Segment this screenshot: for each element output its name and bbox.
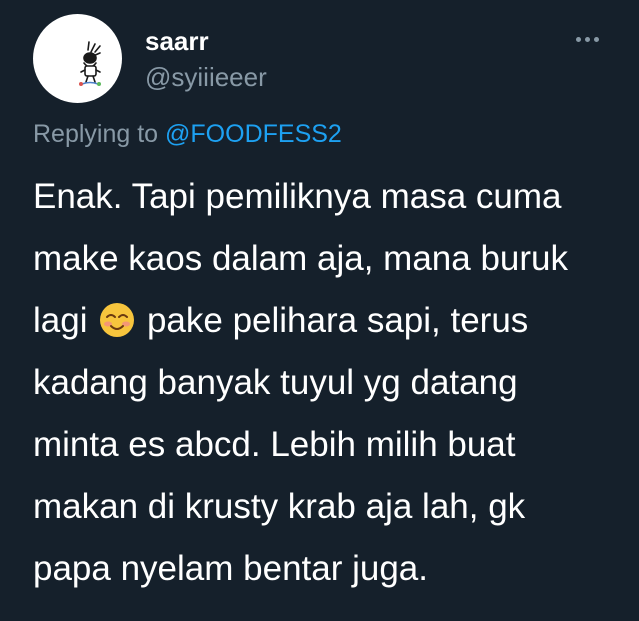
more-options-icon[interactable] bbox=[570, 26, 606, 52]
user-handle[interactable]: @syiiieeer bbox=[145, 62, 267, 93]
avatar[interactable] bbox=[33, 14, 122, 103]
replying-to-prefix: Replying to bbox=[33, 120, 159, 148]
replying-to-mention[interactable]: @FOODFESS2 bbox=[165, 120, 342, 148]
tweet-line-6: makan di krusty krab aja lah, gk bbox=[33, 487, 526, 526]
dot bbox=[585, 37, 590, 42]
avatar-drawing-icon bbox=[79, 41, 101, 86]
dot bbox=[594, 37, 599, 42]
tweet-line-5: minta es abcd. Lebih milih buat bbox=[33, 425, 516, 464]
tweet: saarr @syiiieeer Replying to @FOODFESS2 … bbox=[0, 0, 639, 621]
tweet-line-1: Enak. Tapi pemiliknya masa cuma bbox=[33, 177, 562, 216]
tweet-line-3: lagi pake pelihara sapi, terus bbox=[33, 290, 623, 352]
tweet-line-3-end: pake pelihara sapi, terus bbox=[146, 301, 529, 340]
display-name[interactable]: saarr bbox=[145, 26, 209, 57]
dot bbox=[576, 37, 581, 42]
tweet-line-4: kadang banyak tuyul yg datang bbox=[33, 363, 518, 402]
replying-to: Replying to @FOODFESS2 bbox=[33, 120, 342, 149]
smiling-blushing-face-emoji-icon bbox=[100, 303, 135, 337]
tweet-line-2: make kaos dalam aja, mana buruk bbox=[33, 239, 568, 278]
tweet-text: Enak. Tapi pemiliknya masa cuma make kao… bbox=[33, 166, 623, 600]
tweet-line-3-start: lagi bbox=[33, 301, 88, 340]
tweet-line-7: papa nyelam bentar juga. bbox=[33, 549, 428, 588]
